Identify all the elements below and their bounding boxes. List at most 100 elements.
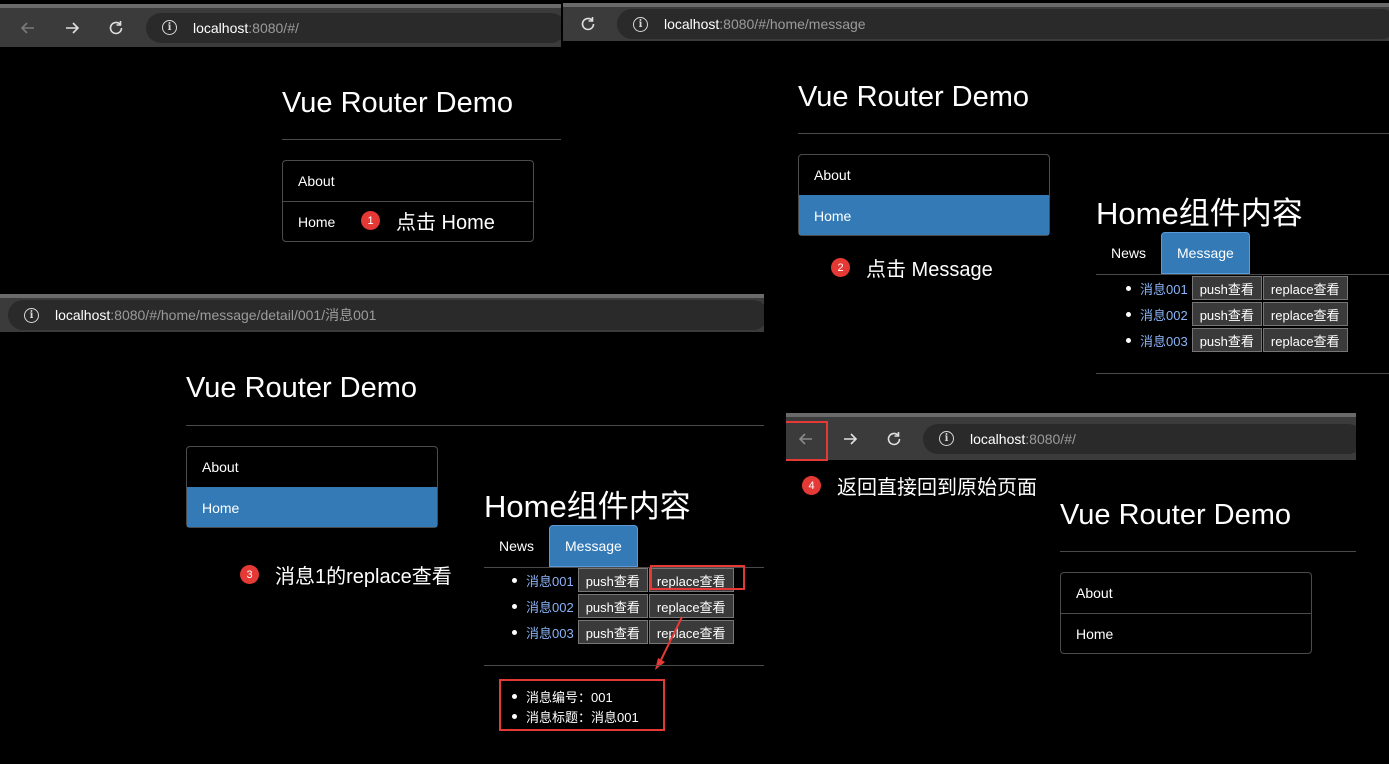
push-button[interactable]: push查看 <box>1191 276 1262 300</box>
forward-button[interactable] <box>837 426 863 452</box>
panel-1-browser: i localhost:8080/#/ Vue Router Demo Abou… <box>0 0 561 294</box>
nav-item-about[interactable]: About <box>283 161 533 201</box>
divider <box>798 133 1389 134</box>
page-title: Vue Router Demo <box>798 81 1030 113</box>
url-host: localhost <box>193 19 249 36</box>
nav-item-home[interactable]: Home <box>187 487 437 527</box>
message-link[interactable]: 消息002 <box>526 597 574 616</box>
divider <box>282 139 561 140</box>
back-arrow-icon <box>20 21 34 34</box>
reload-icon <box>887 431 901 445</box>
address-bar[interactable]: i localhost:8080/#/home/message/detail/0… <box>8 300 764 330</box>
step-text: 点击 Home <box>396 212 495 234</box>
home-heading: Home组件内容 <box>1096 196 1303 231</box>
step-text: 消息1的replace查看 <box>275 566 452 588</box>
browser-toolbar: i localhost:8080/#/ <box>0 4 561 47</box>
bullet <box>512 603 517 609</box>
browser-toolbar: i localhost:8080/#/home/message/detail/0… <box>0 294 764 332</box>
url-path: :8080/#/home/message/detail/001/消息001 <box>110 307 377 323</box>
replace-button-highlight <box>650 565 745 590</box>
step-number-badge: 2 <box>831 258 850 277</box>
reload-icon <box>109 20 123 34</box>
address-bar[interactable]: i localhost:8080/#/ <box>146 12 561 43</box>
browser-toolbar: i localhost:8080/#/ <box>786 413 1356 460</box>
divider <box>1060 551 1356 552</box>
message-link[interactable]: 消息003 <box>526 623 574 642</box>
nav-list: About Home <box>798 154 1050 236</box>
back-button[interactable] <box>15 15 41 41</box>
nav-item-home[interactable]: Home <box>799 195 1049 235</box>
tab-message[interactable]: Message <box>1161 232 1250 274</box>
step-number-badge: 3 <box>240 565 259 584</box>
list-item: 消息003 push查看 replace查看 <box>510 619 735 645</box>
home-tabs: News Message <box>1096 232 1250 274</box>
page-title: Vue Router Demo <box>1060 499 1292 531</box>
forward-button[interactable] <box>59 15 85 41</box>
nav-item-home[interactable]: Home <box>1061 613 1311 653</box>
bullet <box>512 577 517 583</box>
message-link[interactable]: 消息003 <box>1140 331 1188 350</box>
list-item: 消息002 push查看 replace查看 <box>1124 301 1349 327</box>
reload-button[interactable] <box>103 15 129 41</box>
tab-news[interactable]: News <box>1096 232 1161 274</box>
panel-3-browser: i localhost:8080/#/home/message/detail/0… <box>0 294 764 764</box>
home-tabs: News Message <box>484 525 638 567</box>
bullet <box>1126 285 1131 291</box>
divider <box>186 425 764 426</box>
list-item: 消息002 push查看 replace查看 <box>510 593 735 619</box>
reload-button[interactable] <box>881 426 907 452</box>
push-button[interactable]: push查看 <box>1191 302 1262 326</box>
address-bar[interactable]: i localhost:8080/#/ <box>923 423 1356 454</box>
replace-button[interactable]: replace查看 <box>1262 276 1348 300</box>
step-3-annotation: 3 消息1的replace查看 <box>240 560 452 589</box>
replace-button[interactable]: replace查看 <box>1262 302 1348 326</box>
replace-button[interactable]: replace查看 <box>1262 328 1348 352</box>
url-path: :8080/#/ <box>1025 430 1076 447</box>
nav-item-about[interactable]: About <box>799 155 1049 195</box>
url-path: :8080/#/home/message <box>719 16 866 32</box>
bullet <box>1126 311 1131 317</box>
nav-list: About Home <box>186 446 438 528</box>
reload-button[interactable] <box>575 11 601 37</box>
info-icon[interactable]: i <box>24 307 39 323</box>
tab-message[interactable]: Message <box>549 525 638 567</box>
detail-highlight <box>499 679 665 731</box>
step-number-badge: 1 <box>361 211 380 230</box>
step-number-badge: 4 <box>802 476 821 495</box>
step-4-annotation: 4 返回直接回到原始页面 <box>802 471 1037 500</box>
step-text: 点击 Message <box>866 259 993 281</box>
step-1-annotation: 1 点击 Home <box>361 206 495 235</box>
bullet <box>512 629 517 635</box>
info-icon[interactable]: i <box>162 20 177 35</box>
push-button[interactable]: push查看 <box>577 594 648 618</box>
message-link[interactable]: 消息001 <box>526 571 574 590</box>
nav-list: About Home <box>1060 572 1312 654</box>
divider <box>484 665 764 666</box>
forward-arrow-icon <box>844 432 858 445</box>
info-icon[interactable]: i <box>633 16 648 32</box>
page-title: Vue Router Demo <box>186 372 418 404</box>
url-path: :8080/#/ <box>248 19 299 36</box>
step-2-annotation: 2 点击 Message <box>831 253 993 282</box>
info-icon[interactable]: i <box>939 431 954 446</box>
forward-arrow-icon <box>66 21 80 34</box>
step-text: 返回直接回到原始页面 <box>837 477 1037 499</box>
home-heading: Home组件内容 <box>484 489 691 524</box>
browser-toolbar: i localhost:8080/#/home/message <box>563 3 1389 41</box>
message-link[interactable]: 消息002 <box>1140 305 1188 324</box>
bullet <box>1126 337 1131 343</box>
push-button[interactable]: push查看 <box>577 620 648 644</box>
list-item: 消息003 push查看 replace查看 <box>1124 327 1349 353</box>
nav-item-about[interactable]: About <box>187 447 437 487</box>
push-button[interactable]: push查看 <box>577 568 648 592</box>
tab-news[interactable]: News <box>484 525 549 567</box>
back-button-highlight <box>786 421 828 461</box>
list-item: 消息001 push查看 replace查看 <box>1124 275 1349 301</box>
message-list: 消息001 push查看 replace查看 消息002 push查看 replace查… <box>1124 275 1349 353</box>
url-host: localhost <box>970 430 1026 447</box>
push-button[interactable]: push查看 <box>1191 328 1262 352</box>
nav-item-about[interactable]: About <box>1061 573 1311 613</box>
url-host: localhost <box>664 16 720 32</box>
message-link[interactable]: 消息001 <box>1140 279 1188 298</box>
address-bar[interactable]: i localhost:8080/#/home/message <box>617 9 1389 39</box>
